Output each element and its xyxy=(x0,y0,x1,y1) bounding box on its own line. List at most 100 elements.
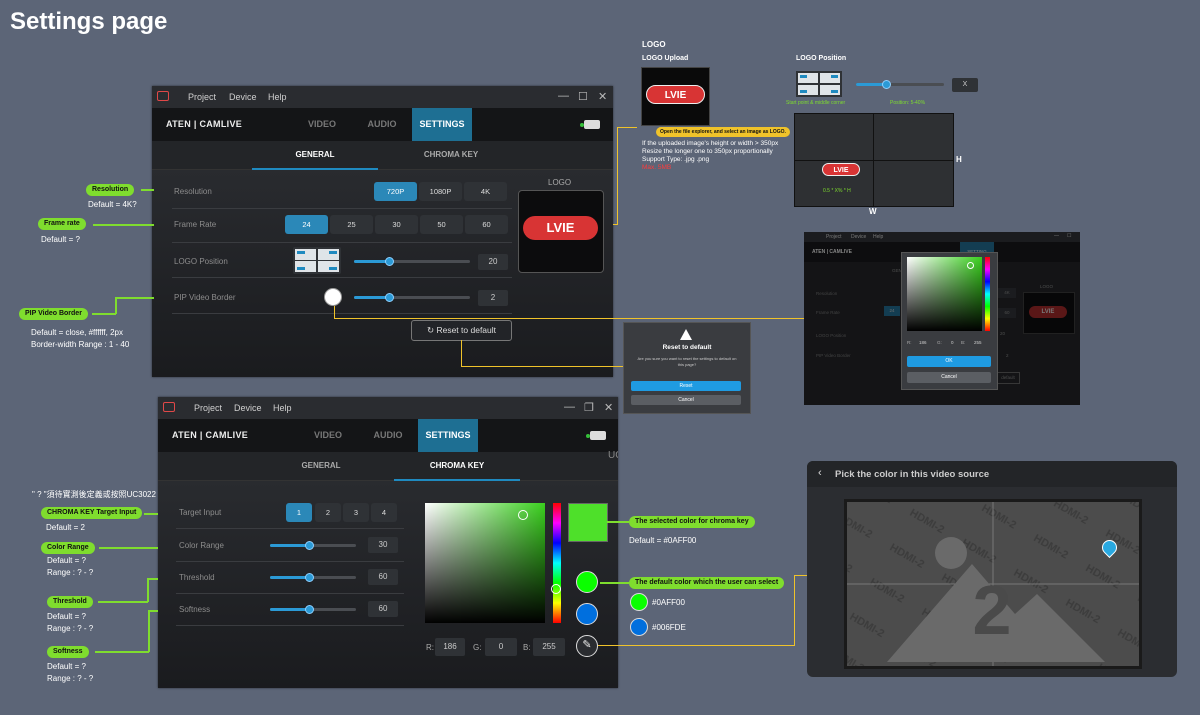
logo-position-grid-icon[interactable] xyxy=(293,247,341,274)
close-icon[interactable]: ✕ xyxy=(598,90,607,103)
top-nav: ATEN | CAMLIVE VIDEO AUDIO SETTINGS xyxy=(152,108,613,141)
subtab-chroma-key[interactable]: CHROMA KEY xyxy=(388,141,514,168)
minimize-icon[interactable]: — xyxy=(558,90,569,102)
pip-border-value[interactable]: 2 xyxy=(478,290,508,306)
threshold-slider[interactable] xyxy=(270,573,356,582)
logo-position-demo-slider[interactable] xyxy=(856,80,944,89)
reset-to-default-button[interactable]: ↻ Reset to default xyxy=(411,320,512,341)
target-input-1[interactable]: 1 xyxy=(286,503,312,522)
menu-project[interactable]: Project xyxy=(194,403,222,413)
connector-line xyxy=(461,340,462,366)
annotation-note: #0AFF00 xyxy=(652,598,685,607)
hue-slider[interactable] xyxy=(985,257,990,331)
divider xyxy=(172,242,512,243)
menu-device[interactable]: Device xyxy=(234,403,262,413)
target-input-3[interactable]: 3 xyxy=(343,503,369,522)
slider-fill xyxy=(354,260,389,263)
title-bar: Project Device Help — ❐ ✕ xyxy=(158,397,618,419)
frame-rate-25[interactable]: 25 xyxy=(330,215,373,234)
softness-slider[interactable] xyxy=(270,605,356,614)
tab-audio[interactable]: AUDIO xyxy=(358,419,418,452)
divider xyxy=(176,528,404,529)
device-status-icon[interactable] xyxy=(580,120,600,129)
settings-window-chroma: Project Device Help — ❐ ✕ ATEN | CAMLIVE… xyxy=(158,397,618,688)
hue-cursor[interactable] xyxy=(551,584,561,594)
frame-rate-50[interactable]: 50 xyxy=(420,215,463,234)
b-value[interactable]: 255 xyxy=(533,638,565,656)
color-cancel-button[interactable]: Cancel xyxy=(907,372,991,383)
tab-settings[interactable]: SETTINGS xyxy=(412,108,472,141)
menu-project[interactable]: Project xyxy=(188,92,216,102)
slider-knob[interactable] xyxy=(304,541,314,550)
connector-line xyxy=(461,366,623,367)
r-label: R: xyxy=(426,643,434,652)
maximize-icon[interactable]: ☐ xyxy=(578,90,588,103)
tab-settings[interactable]: SETTINGS xyxy=(418,419,478,452)
saturation-value-picker[interactable] xyxy=(425,503,545,623)
g-value[interactable]: 0 xyxy=(485,638,517,656)
reset-label: Reset to default xyxy=(436,325,497,335)
logo-position-slider[interactable] xyxy=(354,257,470,266)
threshold-value[interactable]: 60 xyxy=(368,569,398,585)
target-input-4[interactable]: 4 xyxy=(371,503,397,522)
height-label: H xyxy=(956,155,962,164)
color-range-value[interactable]: 30 xyxy=(368,537,398,553)
slider-knob[interactable] xyxy=(384,293,394,302)
annotation-note: Range : ? - ? xyxy=(47,568,94,577)
target-input-2[interactable]: 2 xyxy=(315,503,341,522)
b-value[interactable]: 255 xyxy=(974,340,982,345)
connector-line xyxy=(147,578,158,580)
logo-position-value[interactable]: 20 xyxy=(478,254,508,270)
dialog-reset-button[interactable]: Reset xyxy=(631,381,741,391)
picker-cursor[interactable] xyxy=(518,510,528,520)
menu-help[interactable]: Help xyxy=(273,403,292,413)
tab-audio[interactable]: AUDIO xyxy=(352,108,412,141)
slider-knob[interactable] xyxy=(384,257,394,266)
subtab-general[interactable]: GENERAL xyxy=(252,141,378,170)
brand-logo: ATEN | CAMLIVE xyxy=(172,430,249,440)
logo-preview[interactable]: LVIE xyxy=(518,190,604,273)
color-range-slider[interactable] xyxy=(270,541,356,550)
softness-value[interactable]: 60 xyxy=(368,601,398,617)
video-frame[interactable]: HDMI-2 2 xyxy=(844,499,1142,669)
minimize-icon[interactable]: — xyxy=(564,401,575,413)
picker-cursor[interactable] xyxy=(967,262,974,269)
menu-help[interactable]: Help xyxy=(268,92,287,102)
pip-border-slider[interactable] xyxy=(354,293,470,302)
color-ok-button[interactable]: OK xyxy=(907,356,991,367)
r-value[interactable]: 186 xyxy=(435,638,465,656)
slider-knob[interactable] xyxy=(304,573,314,582)
annotation-note: Range : ? - ? xyxy=(47,624,94,633)
g-value[interactable]: 0 xyxy=(951,340,954,345)
close-icon[interactable]: ✕ xyxy=(604,401,613,414)
menu-device[interactable]: Device xyxy=(229,92,257,102)
saturation-value-picker[interactable] xyxy=(907,257,982,331)
hue-slider[interactable] xyxy=(551,503,561,623)
annotation-note: Range : ? - ? xyxy=(47,674,94,683)
slider-knob[interactable] xyxy=(882,80,891,89)
border-color-swatch[interactable] xyxy=(324,288,342,306)
frame-rate-30[interactable]: 30 xyxy=(375,215,418,234)
subtab-general[interactable]: GENERAL xyxy=(258,452,384,479)
logo-upload-preview[interactable]: LVIE xyxy=(641,67,710,126)
resolution-4k[interactable]: 4K xyxy=(464,182,507,201)
default-color-blue[interactable] xyxy=(576,603,598,625)
frame-rate-24[interactable]: 24 xyxy=(285,215,328,234)
dialog-cancel-button[interactable]: Cancel xyxy=(631,395,741,405)
r-value[interactable]: 186 xyxy=(919,340,927,345)
frame-rate-60[interactable]: 60 xyxy=(465,215,508,234)
restore-icon[interactable]: ❐ xyxy=(584,401,594,414)
logo-position-grid-icon[interactable] xyxy=(796,71,842,97)
slider-knob[interactable] xyxy=(304,605,314,614)
eyedropper-icon[interactable]: ✎ xyxy=(576,635,598,657)
back-icon[interactable]: ‹ xyxy=(818,467,822,479)
default-color-green[interactable] xyxy=(576,571,598,593)
subtab-chroma-key[interactable]: CHROMA KEY xyxy=(394,452,520,481)
tab-video[interactable]: VIDEO xyxy=(298,419,358,452)
resolution-1080p[interactable]: 1080P xyxy=(419,182,462,201)
tab-video[interactable]: VIDEO xyxy=(292,108,352,141)
logo-position-demo-value[interactable]: X xyxy=(952,78,978,92)
logo-note: Support Type: .jpg .png xyxy=(642,156,710,163)
resolution-720p[interactable]: 720P xyxy=(374,182,417,201)
device-status-icon[interactable] xyxy=(586,431,606,440)
